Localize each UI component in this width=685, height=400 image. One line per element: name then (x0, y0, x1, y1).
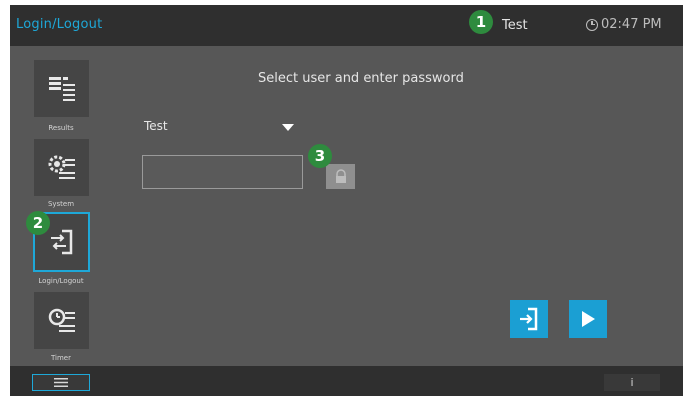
device-screen: Login/Logout Test 02:47 PM Results Syste… (10, 5, 683, 396)
callout-marker: 3 (308, 144, 332, 168)
callout-marker: 1 (469, 10, 493, 34)
clock-time: 02:47 PM (601, 17, 662, 32)
nav-label-system: System (47, 200, 75, 208)
timer-icon (48, 308, 75, 332)
keyboard-icon (335, 169, 346, 183)
user-select-value: Test (144, 119, 168, 133)
chevron-down-icon (282, 124, 294, 131)
clock-icon (586, 18, 598, 31)
bottom-bar: i (10, 366, 683, 396)
nav-item-timer[interactable] (34, 292, 89, 349)
password-field[interactable] (142, 155, 303, 189)
logout-button[interactable] (510, 300, 548, 338)
nav-label-timer: Timer (50, 354, 71, 362)
nav-item-results[interactable] (34, 60, 89, 117)
info-button[interactable]: i (604, 374, 660, 391)
logout-icon (520, 307, 538, 331)
login-logout-icon (50, 229, 72, 255)
page-title: Login/Logout (16, 17, 103, 32)
menu-icon (54, 378, 68, 387)
nav-label-login-logout: Login/Logout (38, 277, 84, 285)
keyboard-button[interactable] (326, 164, 355, 189)
clock: 02:47 PM (586, 17, 662, 32)
user-select[interactable]: Test (144, 119, 304, 137)
continue-button[interactable] (569, 300, 607, 338)
current-user: Test (502, 18, 528, 33)
play-icon (582, 311, 595, 327)
menu-button[interactable] (32, 374, 90, 391)
system-icon (48, 155, 75, 179)
nav-item-system[interactable] (34, 139, 89, 196)
callout-marker: 2 (26, 211, 50, 235)
results-icon (48, 76, 75, 101)
top-bar: Login/Logout Test 02:47 PM (10, 5, 683, 46)
nav-label-results: Results (48, 124, 74, 132)
login-prompt: Select user and enter password (258, 71, 464, 86)
